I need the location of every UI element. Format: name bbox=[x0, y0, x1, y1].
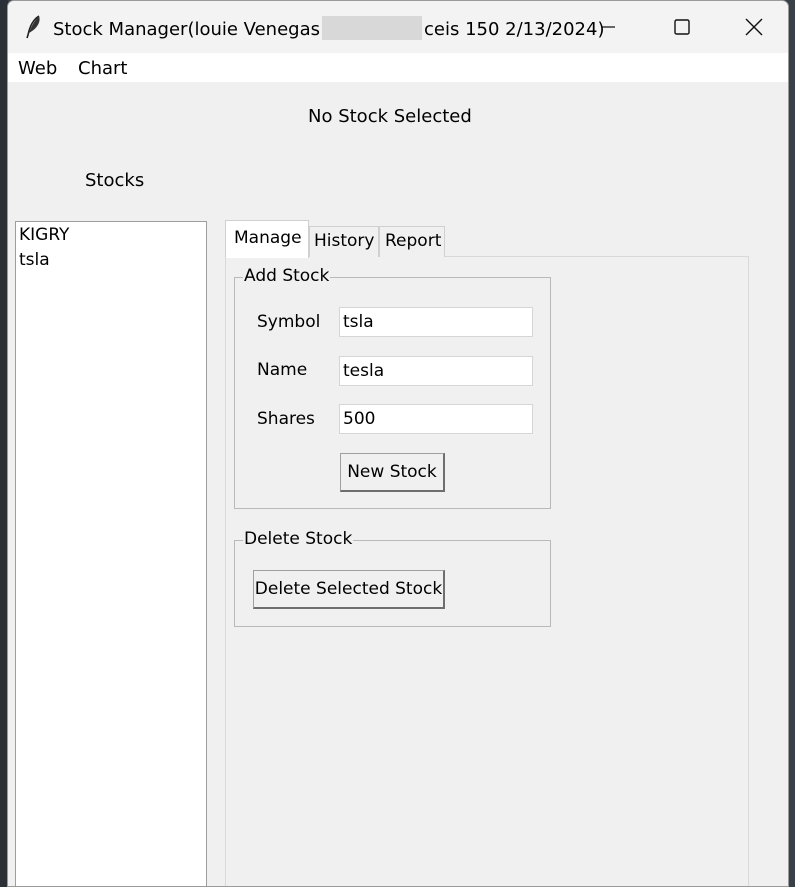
close-button[interactable] bbox=[722, 1, 786, 53]
delete-selected-stock-button[interactable]: Delete Selected Stock bbox=[253, 570, 445, 609]
stocks-heading: Stocks bbox=[85, 170, 145, 191]
menu-chart[interactable]: Chart bbox=[78, 58, 127, 79]
window-title-prefix: Stock Manager(louie Venegas bbox=[53, 19, 320, 40]
symbol-input[interactable] bbox=[339, 307, 533, 337]
menu-bar: Web Chart bbox=[8, 53, 788, 82]
add-stock-legend: Add Stock bbox=[243, 266, 331, 286]
tab-manage[interactable]: Manage bbox=[225, 220, 309, 258]
menu-web[interactable]: Web bbox=[18, 58, 57, 79]
shares-input[interactable] bbox=[339, 404, 533, 434]
tab-report[interactable]: Report bbox=[379, 226, 445, 257]
redacted-block bbox=[322, 16, 422, 40]
minimize-button[interactable] bbox=[576, 1, 640, 53]
tab-history[interactable]: History bbox=[309, 226, 379, 257]
feather-icon bbox=[24, 15, 44, 39]
new-stock-button[interactable]: New Stock bbox=[340, 453, 445, 492]
delete-stock-legend: Delete Stock bbox=[243, 529, 354, 549]
app-window: Stock Manager(louie Venegas ceis 150 2/13… bbox=[7, 0, 789, 887]
maximize-button[interactable] bbox=[650, 1, 714, 53]
symbol-label: Symbol bbox=[257, 312, 321, 332]
name-label: Name bbox=[257, 360, 308, 380]
list-item[interactable]: KIGRY bbox=[19, 225, 69, 245]
shares-label: Shares bbox=[257, 409, 315, 429]
name-input[interactable] bbox=[339, 356, 533, 386]
close-icon bbox=[745, 18, 763, 36]
window-title: Stock Manager(louie Venegas ceis 150 2/13… bbox=[53, 16, 604, 40]
title-bar[interactable]: Stock Manager(louie Venegas ceis 150 2/13… bbox=[8, 1, 788, 53]
selected-stock-label: No Stock Selected bbox=[308, 106, 472, 127]
stock-listbox[interactable]: KIGRY tsla bbox=[15, 221, 207, 886]
list-item[interactable]: tsla bbox=[19, 250, 50, 270]
maximize-icon bbox=[674, 19, 690, 35]
minimize-icon bbox=[601, 26, 615, 28]
